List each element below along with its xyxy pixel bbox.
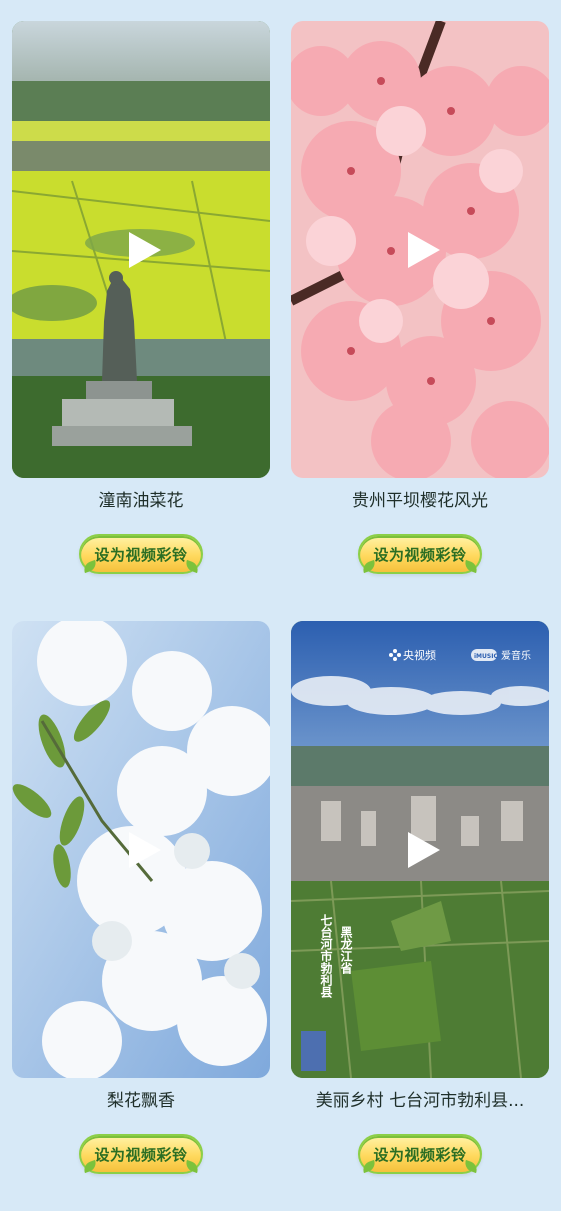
video-title: 美丽乡村 七台河市勃利县... <box>315 1091 525 1111</box>
video-card: 贵州平坝樱花风光 设为视频彩铃 <box>291 21 549 574</box>
video-title: 潼南油菜花 <box>98 491 184 511</box>
leaf-icon <box>81 1159 99 1174</box>
leaf-icon <box>462 1159 480 1174</box>
button-label: 设为视频彩铃 <box>94 545 188 564</box>
video-card: 潼南油菜花 设为视频彩铃 <box>12 21 270 574</box>
button-label: 设为视频彩铃 <box>94 1145 188 1164</box>
play-icon[interactable] <box>404 230 444 270</box>
button-label: 设为视频彩铃 <box>373 1145 467 1164</box>
svg-text:iMUSIC: iMUSIC <box>474 653 498 660</box>
location-overlay-text: 七台河市勃利县 <box>319 914 333 998</box>
watermark-cctv: 央视频 <box>403 648 436 662</box>
leaf-icon <box>360 559 378 574</box>
play-icon[interactable] <box>125 830 165 870</box>
video-thumbnail[interactable] <box>12 621 270 1078</box>
leaf-icon <box>360 1159 378 1174</box>
leaf-icon <box>183 1159 201 1174</box>
leaf-icon <box>183 559 201 574</box>
svg-text:爱音乐: 爱音乐 <box>501 649 531 662</box>
video-title: 贵州平坝樱花风光 <box>352 491 488 511</box>
button-label: 设为视频彩铃 <box>373 545 467 564</box>
video-thumbnail[interactable] <box>12 21 270 478</box>
leaf-icon <box>81 559 99 574</box>
watermark-music: iMUSIC 爱音乐 <box>471 649 531 662</box>
video-card: 梨花飘香 设为视频彩铃 <box>12 621 270 1174</box>
set-video-ringtone-button[interactable]: 设为视频彩铃 <box>79 534 203 574</box>
video-card: 央视频 iMUSIC 爱音乐 七台河市勃利县 黑龙江省 美丽乡村 七台河市勃利县… <box>291 621 549 1174</box>
set-video-ringtone-button[interactable]: 设为视频彩铃 <box>358 1134 482 1174</box>
set-video-ringtone-button[interactable]: 设为视频彩铃 <box>79 1134 203 1174</box>
video-ringtone-grid: 潼南油菜花 设为视频彩铃 贵州平坝樱花风光 设为视频彩铃 梨花飘香 设为视频彩铃… <box>0 0 561 1211</box>
play-icon[interactable] <box>404 830 444 870</box>
leaf-icon <box>462 559 480 574</box>
video-thumbnail[interactable]: 央视频 iMUSIC 爱音乐 七台河市勃利县 黑龙江省 <box>291 621 549 1078</box>
video-title: 梨花飘香 <box>107 1091 175 1111</box>
set-video-ringtone-button[interactable]: 设为视频彩铃 <box>358 534 482 574</box>
play-icon[interactable] <box>125 230 165 270</box>
location-overlay-text: 黑龙江省 <box>339 926 353 974</box>
video-thumbnail[interactable] <box>291 21 549 478</box>
